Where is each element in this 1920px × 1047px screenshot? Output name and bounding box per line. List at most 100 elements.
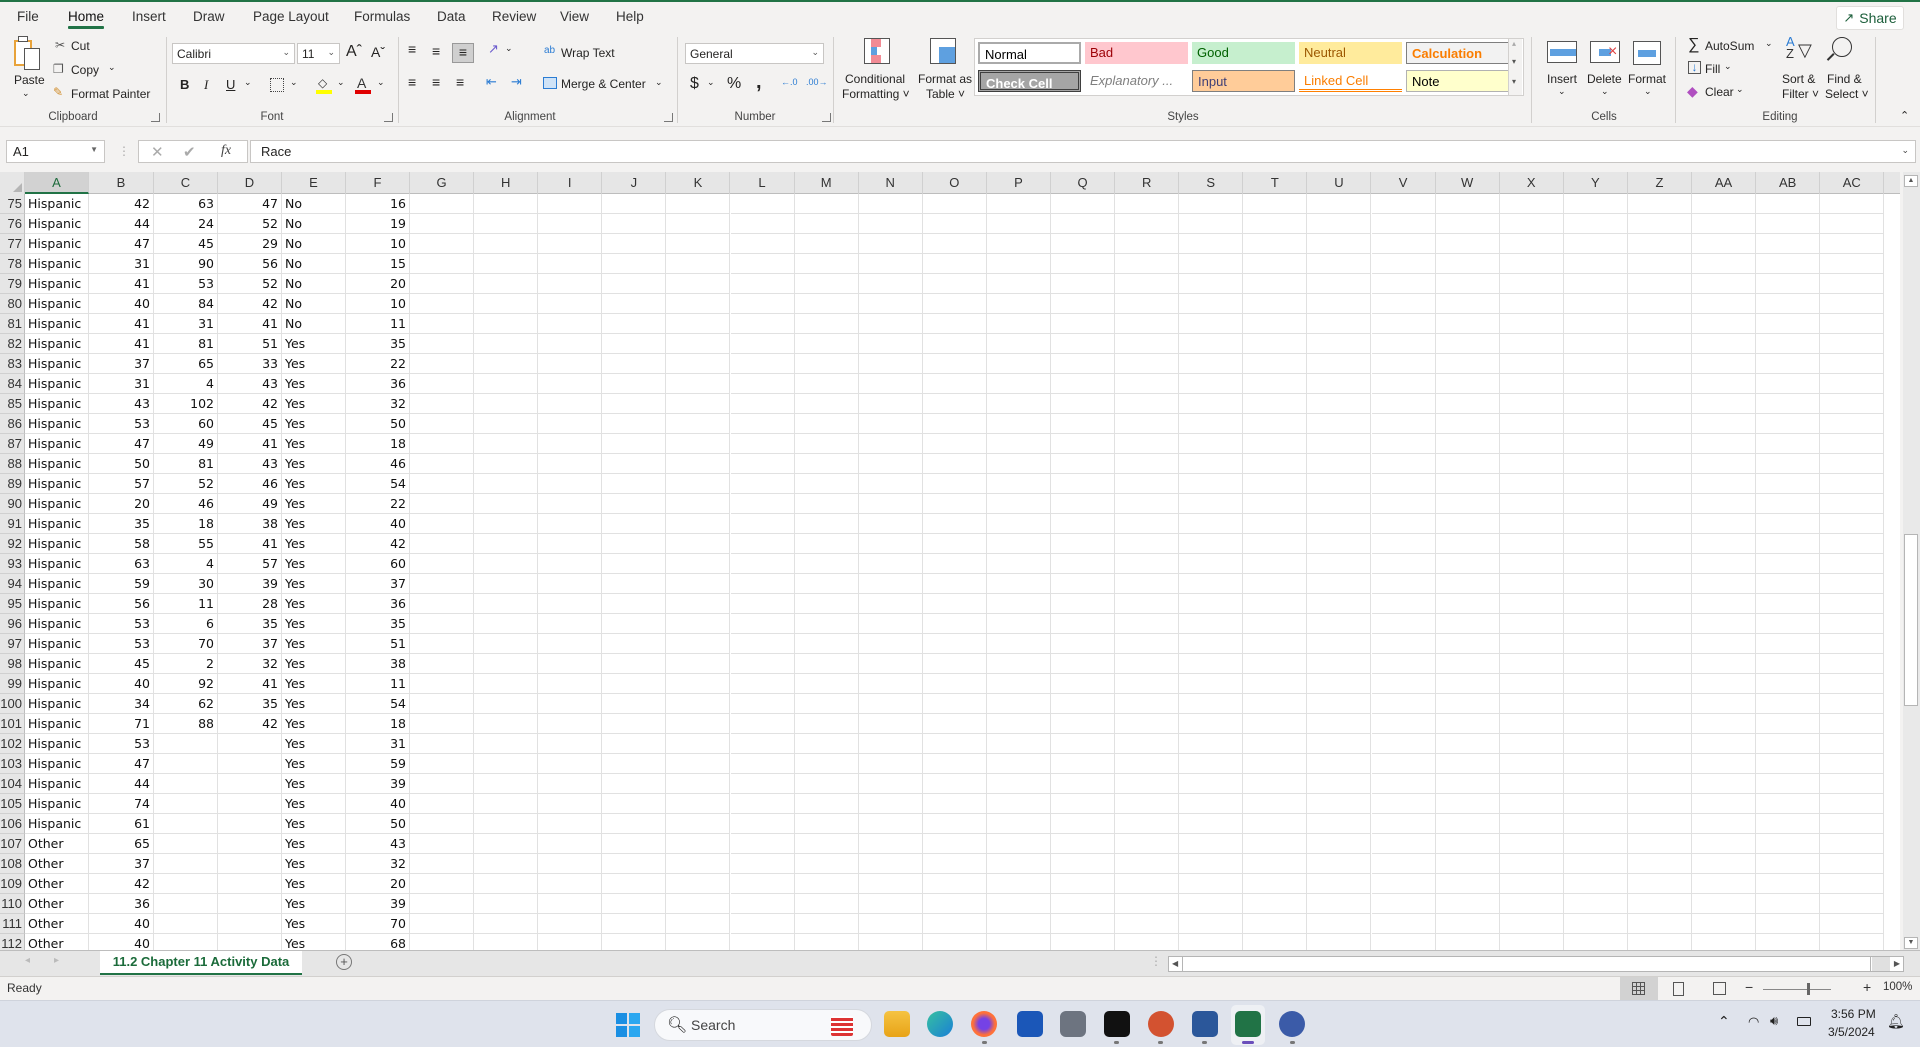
cell-z[interactable] xyxy=(1627,454,1692,474)
cell-d[interactable]: 51 xyxy=(218,334,282,354)
cell-a[interactable]: Hispanic xyxy=(25,214,89,234)
cell-k[interactable] xyxy=(666,634,731,654)
cell-l[interactable] xyxy=(730,794,795,814)
cell-d[interactable] xyxy=(218,734,282,754)
cell-o[interactable] xyxy=(922,674,987,694)
cell-k[interactable] xyxy=(666,214,731,234)
cell-aa[interactable] xyxy=(1692,734,1757,754)
cell-q[interactable] xyxy=(1051,754,1116,774)
cell-o[interactable] xyxy=(922,914,987,934)
cell-e[interactable]: Yes xyxy=(282,454,346,474)
cell-f[interactable]: 38 xyxy=(346,654,410,674)
cell-r[interactable] xyxy=(1115,454,1180,474)
cell-y[interactable] xyxy=(1563,654,1628,674)
cell-v[interactable] xyxy=(1371,714,1436,734)
cell-q[interactable] xyxy=(1051,394,1116,414)
cell-h[interactable] xyxy=(474,874,539,894)
sort-filter-button[interactable]: Sort & xyxy=(1782,72,1815,86)
cell-l[interactable] xyxy=(730,234,795,254)
cell-d[interactable]: 41 xyxy=(218,314,282,334)
cell-aa[interactable] xyxy=(1692,914,1757,934)
cell-t[interactable] xyxy=(1243,834,1308,854)
cell-s[interactable] xyxy=(1179,754,1244,774)
cell-a[interactable]: Hispanic xyxy=(25,594,89,614)
percent-button[interactable]: % xyxy=(727,75,741,93)
cell-h[interactable] xyxy=(474,414,539,434)
cell-d[interactable]: 38 xyxy=(218,514,282,534)
cell-n[interactable] xyxy=(858,854,923,874)
cell-w[interactable] xyxy=(1435,574,1500,594)
cell-z[interactable] xyxy=(1627,874,1692,894)
cell-y[interactable] xyxy=(1563,914,1628,934)
font-color-dropdown-icon[interactable]: ⌄ xyxy=(377,77,385,88)
cell-p[interactable] xyxy=(986,674,1051,694)
cell-y[interactable] xyxy=(1563,834,1628,854)
cell-a[interactable]: Other xyxy=(25,894,89,914)
volume-icon[interactable]: 🔊︎ xyxy=(1770,1013,1778,1029)
cell-i[interactable] xyxy=(538,754,603,774)
cell-r[interactable] xyxy=(1115,554,1180,574)
cell-m[interactable] xyxy=(794,574,859,594)
cell-s[interactable] xyxy=(1179,274,1244,294)
cell-ab[interactable] xyxy=(1756,894,1821,914)
cell-o[interactable] xyxy=(922,834,987,854)
cell-i[interactable] xyxy=(538,714,603,734)
cell-j[interactable] xyxy=(602,474,667,494)
row-header[interactable]: 95 xyxy=(0,594,25,614)
cell-o[interactable] xyxy=(922,814,987,834)
cell-d[interactable]: 45 xyxy=(218,414,282,434)
cell-s[interactable] xyxy=(1179,374,1244,394)
cell-p[interactable] xyxy=(986,214,1051,234)
fill-color-icon[interactable]: ◇ xyxy=(316,76,332,94)
cell-r[interactable] xyxy=(1115,594,1180,614)
cell-o[interactable] xyxy=(922,634,987,654)
cell-c[interactable] xyxy=(154,934,218,950)
cell-s[interactable] xyxy=(1179,894,1244,914)
cell-f[interactable]: 39 xyxy=(346,894,410,914)
cell-j[interactable] xyxy=(602,254,667,274)
cell-k[interactable] xyxy=(666,754,731,774)
cell-f[interactable]: 54 xyxy=(346,474,410,494)
cell-g[interactable] xyxy=(410,354,475,374)
cell-aa[interactable] xyxy=(1692,474,1757,494)
cell-d[interactable]: 56 xyxy=(218,254,282,274)
cell-b[interactable]: 57 xyxy=(89,474,154,494)
cell-j[interactable] xyxy=(602,834,667,854)
cell-k[interactable] xyxy=(666,594,731,614)
cell-i[interactable] xyxy=(538,894,603,914)
cell-x[interactable] xyxy=(1499,734,1564,754)
cell-w[interactable] xyxy=(1435,334,1500,354)
cell-i[interactable] xyxy=(538,454,603,474)
cell-j[interactable] xyxy=(602,874,667,894)
cell-w[interactable] xyxy=(1435,834,1500,854)
cell-m[interactable] xyxy=(794,854,859,874)
cell-s[interactable] xyxy=(1179,814,1244,834)
cell-f[interactable]: 22 xyxy=(346,354,410,374)
cell-w[interactable] xyxy=(1435,554,1500,574)
delete-button[interactable]: Delete xyxy=(1587,72,1622,86)
cell-i[interactable] xyxy=(538,374,603,394)
cell-i[interactable] xyxy=(538,934,603,950)
cell-n[interactable] xyxy=(858,194,923,214)
cell-p[interactable] xyxy=(986,414,1051,434)
cell-n[interactable] xyxy=(859,934,923,950)
cell-u[interactable] xyxy=(1307,294,1372,314)
cell-g[interactable] xyxy=(410,334,475,354)
cell-w[interactable] xyxy=(1435,634,1500,654)
cell-t[interactable] xyxy=(1243,774,1308,794)
cell-l[interactable] xyxy=(730,534,795,554)
cell-y[interactable] xyxy=(1563,294,1628,314)
cell-y[interactable] xyxy=(1563,254,1628,274)
cell-q[interactable] xyxy=(1051,574,1116,594)
cell-h[interactable] xyxy=(474,774,539,794)
cell-s[interactable] xyxy=(1179,534,1244,554)
cell-m[interactable] xyxy=(794,534,859,554)
cell-s[interactable] xyxy=(1179,214,1244,234)
cell-z[interactable] xyxy=(1627,634,1692,654)
cell-n[interactable] xyxy=(858,654,923,674)
cell-l[interactable] xyxy=(730,814,795,834)
cell-x[interactable] xyxy=(1499,554,1564,574)
cell-c[interactable]: 90 xyxy=(154,254,218,274)
cell-ab[interactable] xyxy=(1756,934,1821,950)
cell-l[interactable] xyxy=(730,514,795,534)
